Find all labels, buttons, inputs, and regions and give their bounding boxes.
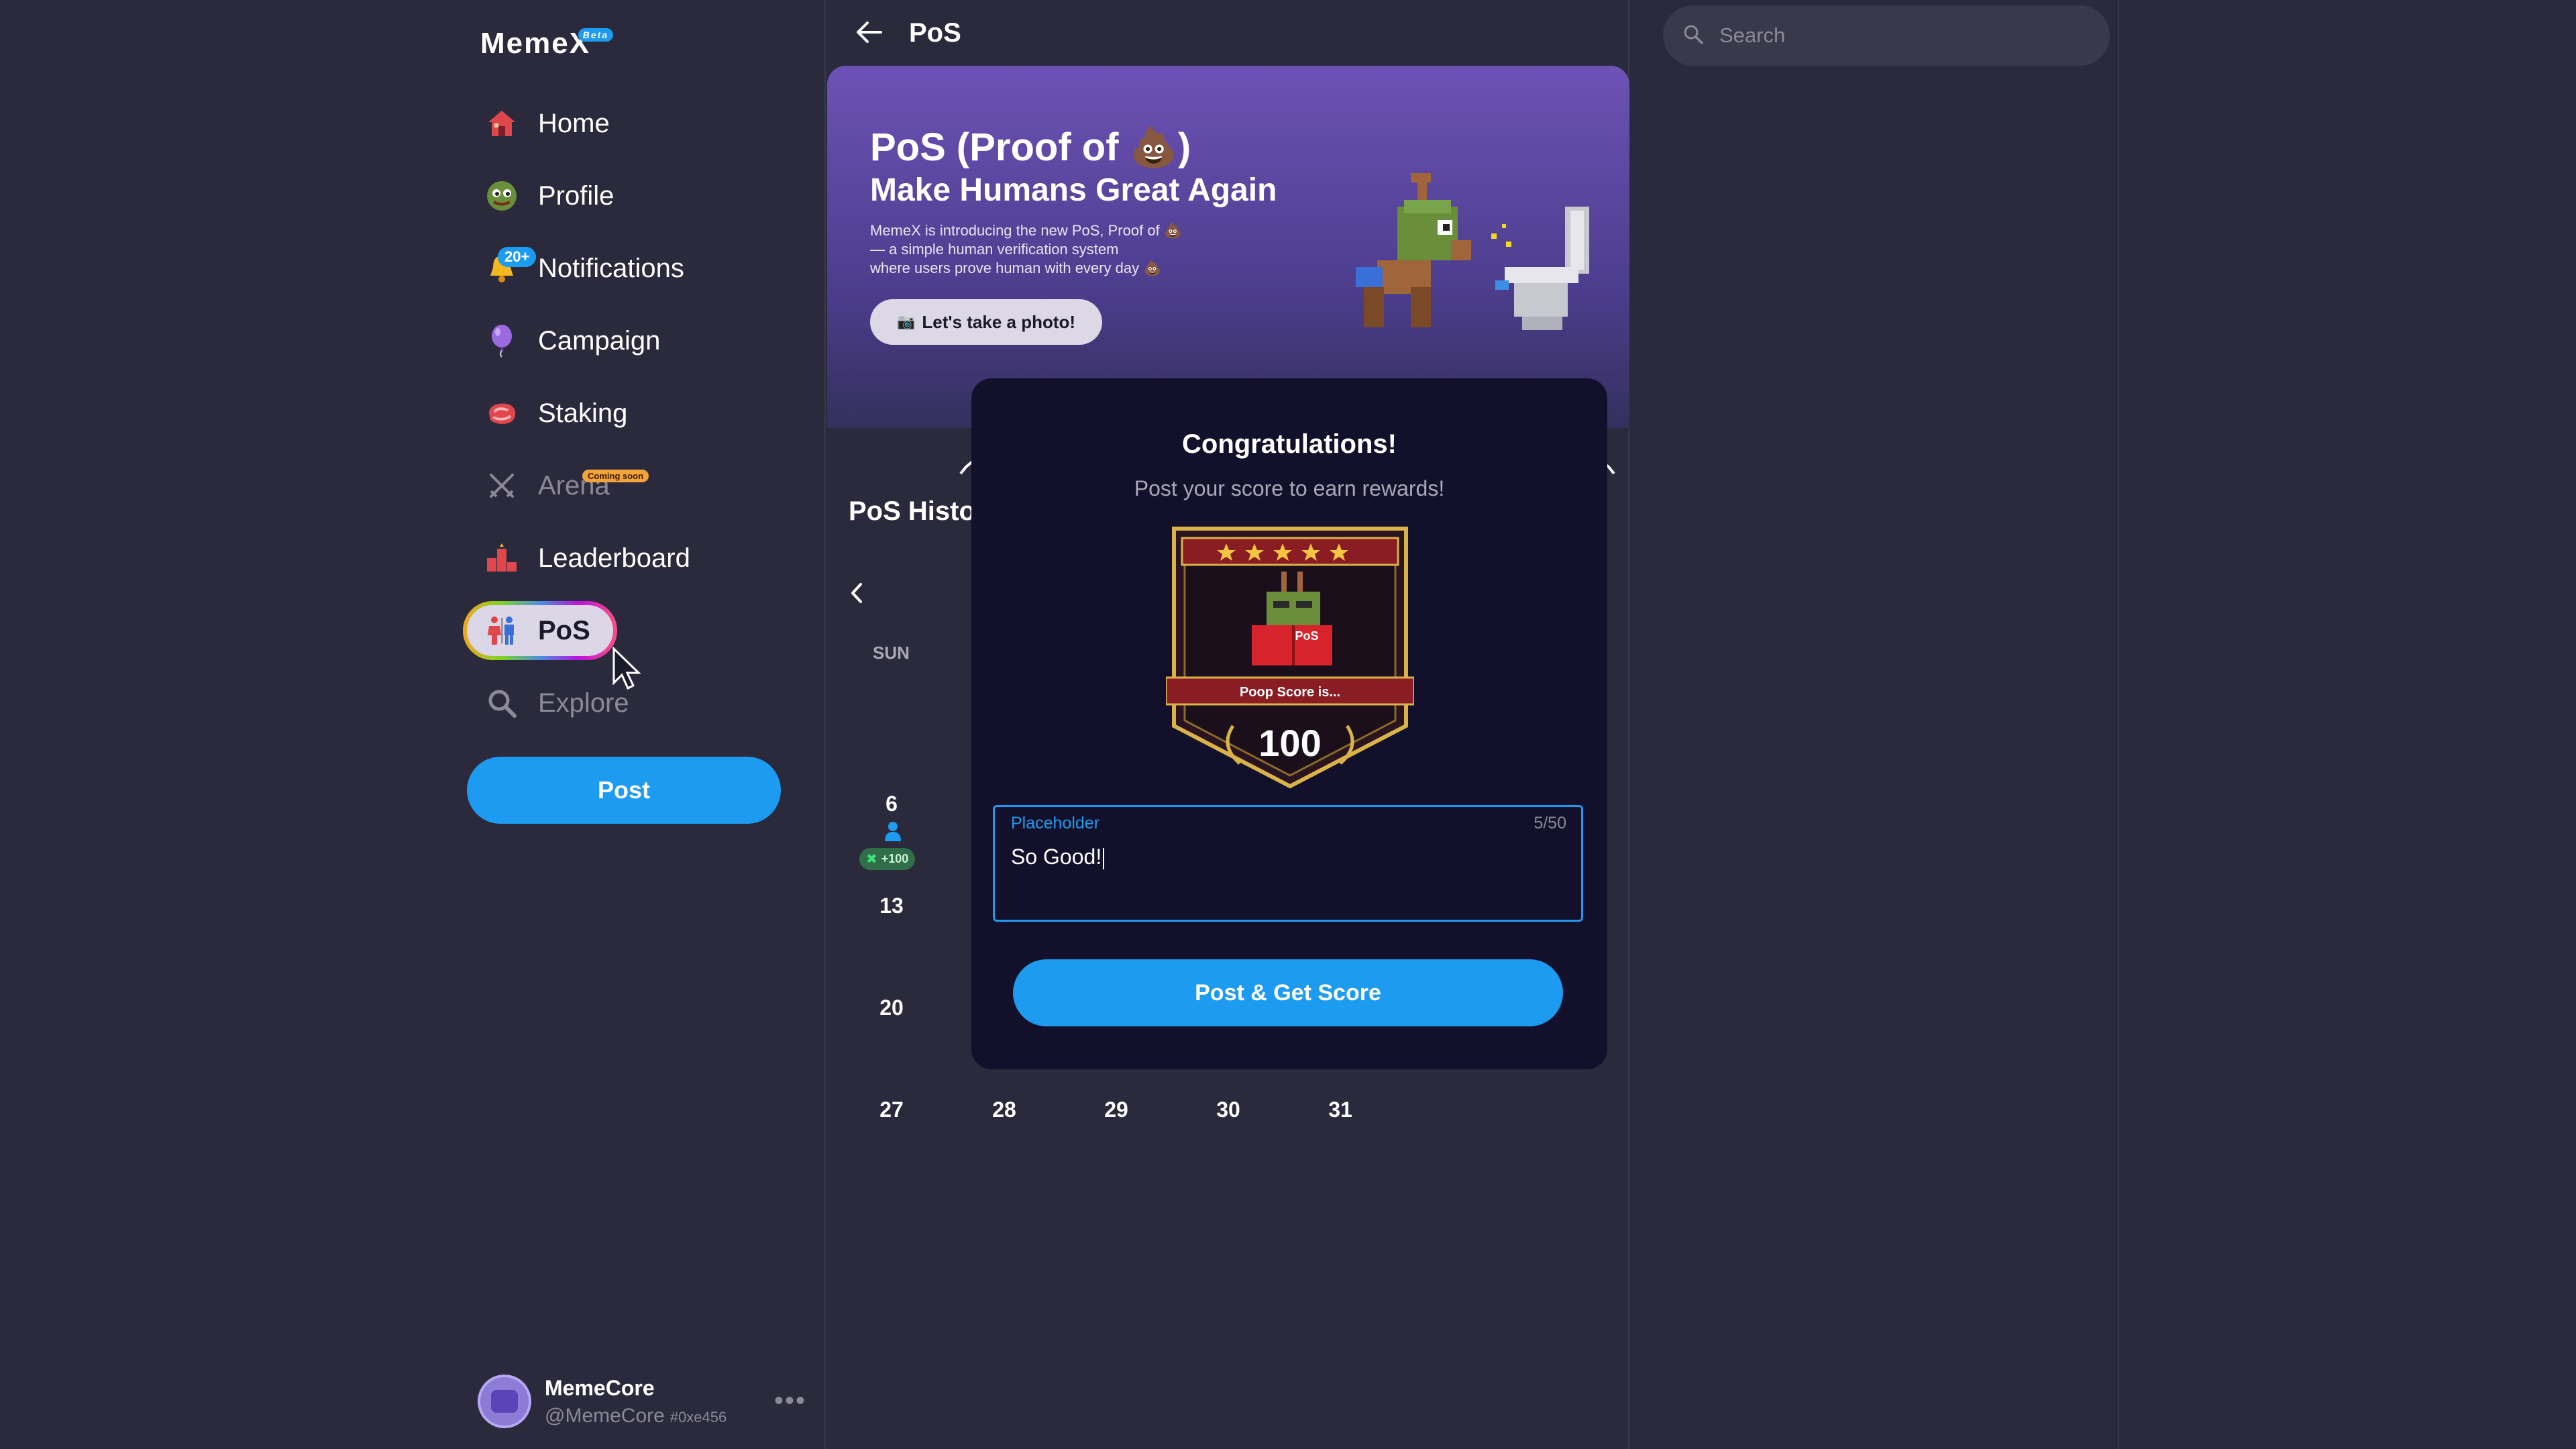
- calendar-day[interactable]: 29: [1089, 1097, 1143, 1122]
- calendar-weekday-sun: SUN: [873, 643, 910, 663]
- camera-icon: 📷: [897, 313, 916, 330]
- book-label: PoS: [1295, 629, 1318, 643]
- reward-chip: ✖ +100: [859, 848, 916, 870]
- sidebar-item-profile[interactable]: Profile: [463, 160, 839, 232]
- sidebar-item-label: PoS: [538, 615, 590, 645]
- podium-icon: [484, 541, 519, 576]
- calendar-day[interactable]: 31: [1313, 1097, 1367, 1122]
- congratulations-modal: Congratulations! Post your score to earn…: [971, 378, 1607, 1069]
- sidebar-item-label: Campaign: [538, 325, 661, 356]
- post-button[interactable]: Post: [467, 757, 781, 824]
- pixel-frog-toilet-illustration: [1337, 166, 1619, 384]
- post-text-field[interactable]: Placeholder 5/50 So Good!: [993, 805, 1583, 922]
- field-label: Placeholder: [1011, 814, 1100, 833]
- modal-title: Congratulations!: [1182, 429, 1397, 459]
- hero-title: PoS (Proof of 💩): [870, 125, 1191, 169]
- sidebar-nav: Home Profile 20+ Notifications Campaign: [463, 87, 839, 739]
- sidebar-item-staking[interactable]: Staking: [463, 377, 839, 449]
- sidebar-item-pos[interactable]: PoS: [463, 594, 839, 667]
- search-icon: [1683, 24, 1703, 48]
- memex-logo[interactable]: MemeX Beta: [480, 27, 614, 60]
- calendar-day[interactable]: 30: [1201, 1097, 1255, 1122]
- avatar: [478, 1375, 531, 1428]
- sidebar-item-label: Home: [538, 108, 610, 138]
- take-photo-button[interactable]: 📷 Let's take a photo!: [870, 299, 1103, 345]
- left-sidebar: MemeX Beta Home Profile 20+ Notification…: [0, 0, 824, 1449]
- calendar-day[interactable]: 6: [865, 792, 918, 816]
- calendar-day[interactable]: 27: [865, 1097, 918, 1122]
- sidebar-item-explore[interactable]: Explore: [463, 667, 839, 739]
- profile-frog-icon: [484, 178, 519, 213]
- mouse-cursor-icon: [612, 646, 643, 694]
- sidebar-item-home[interactable]: Home: [463, 87, 839, 160]
- page-header: PoS: [826, 0, 1628, 66]
- calendar-prev-chevron-icon[interactable]: [849, 581, 865, 611]
- back-arrow-icon[interactable]: [855, 15, 882, 51]
- post-and-get-score-button[interactable]: Post & Get Score: [1013, 959, 1563, 1026]
- account-switcher[interactable]: MemeCore @MemeCore #0xe456 •••: [478, 1371, 806, 1432]
- person-icon: [883, 821, 902, 845]
- sidebar-item-label: Staking: [538, 398, 628, 428]
- reward-x-icon: ✖: [866, 852, 877, 867]
- account-tag: #0xe456: [669, 1408, 727, 1426]
- calendar-day[interactable]: 20: [865, 996, 918, 1020]
- search-icon: [484, 686, 519, 720]
- coming-soon-badge: Coming soon: [582, 470, 649, 482]
- calendar-day[interactable]: 13: [865, 894, 918, 918]
- restroom-icon: [484, 613, 519, 648]
- sidebar-item-campaign[interactable]: Campaign: [463, 305, 839, 377]
- page-title: PoS: [909, 17, 961, 48]
- sidebar-item-label: Profile: [538, 180, 614, 211]
- score-value: 100: [1258, 722, 1321, 764]
- crossed-swords-icon: [484, 468, 519, 503]
- beta-badge: Beta: [578, 28, 614, 42]
- sidebar-item-leaderboard[interactable]: Leaderboard: [463, 522, 839, 594]
- sidebar-item-label: Leaderboard: [538, 543, 690, 573]
- field-value[interactable]: So Good!: [1011, 845, 1105, 869]
- balloon-icon: [484, 323, 519, 358]
- search-bar[interactable]: [1663, 5, 2110, 66]
- account-name: MemeCore: [545, 1375, 655, 1400]
- home-icon: [484, 106, 519, 141]
- more-options-icon[interactable]: •••: [774, 1386, 806, 1416]
- hero-description: MemeX is introducing the new PoS, Proof …: [870, 222, 1183, 276]
- search-input[interactable]: [1719, 23, 2082, 48]
- notification-count-badge: 20+: [498, 247, 537, 267]
- sidebar-item-notifications[interactable]: 20+ Notifications: [463, 232, 839, 305]
- modal-subtitle: Post your score to earn rewards!: [1134, 476, 1445, 500]
- account-handle: @MemeCore #0xe456: [545, 1404, 727, 1427]
- right-column: [1631, 0, 2119, 1449]
- sidebar-item-arena[interactable]: Coming soon Arena: [463, 449, 839, 522]
- character-counter: 5/50: [1534, 814, 1566, 833]
- steak-icon: [484, 396, 519, 431]
- poop-score-badge: PoS Poop Score is... 100: [1165, 525, 1415, 796]
- sidebar-item-label: Notifications: [538, 253, 684, 283]
- score-ribbon-text: Poop Score is...: [1240, 685, 1340, 700]
- calendar-day[interactable]: 28: [977, 1097, 1031, 1122]
- hero-subtitle: Make Humans Great Again: [870, 172, 1277, 208]
